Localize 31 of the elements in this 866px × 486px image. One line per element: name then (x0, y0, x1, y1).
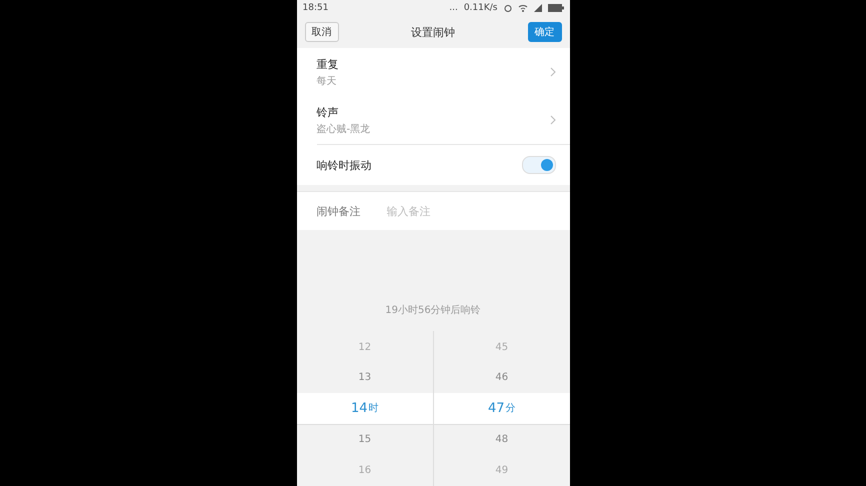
chevron-right-icon (550, 115, 556, 125)
confirm-button[interactable]: 确定 (528, 22, 562, 42)
setting-row[interactable]: 铃声 盗心贼-黑龙 (316, 96, 570, 144)
setting-row[interactable]: 重复 每天 (316, 48, 570, 96)
battery-icon (548, 4, 564, 12)
picker-item[interactable]: 13 (296, 362, 433, 393)
page-title: 设置闹钟 (411, 24, 455, 40)
picker-item[interactable]: 49 (434, 455, 570, 486)
setting-label: 响铃时振动 (316, 158, 372, 172)
picker-item[interactable]: 46 (434, 362, 570, 393)
note-label: 闹钟备注 (316, 204, 360, 218)
countdown-text: 19小时56分钟后响铃 (385, 304, 481, 317)
picker-item[interactable]: 48 (434, 424, 570, 455)
status-dots: ... (449, 3, 458, 13)
setting-value: 每天 (316, 74, 338, 88)
picker-item[interactable]: 45 (434, 332, 570, 362)
chevron-right-icon (550, 67, 556, 77)
signal-icon (534, 4, 542, 12)
picker-item[interactable]: 12 (296, 332, 433, 362)
picker-item[interactable]: 15 (296, 424, 433, 455)
note-input[interactable]: 输入备注 (384, 204, 508, 218)
setting-label: 铃声 (316, 104, 340, 120)
cancel-button[interactable]: 取消 (304, 22, 338, 42)
alarm-icon (504, 4, 512, 12)
setting-label: 重复 (316, 56, 340, 72)
wifi-icon (518, 4, 528, 12)
setting-value: 盗心贼-黑龙 (316, 122, 372, 136)
picker-item[interactable]: 16 (296, 455, 433, 486)
status-time: 18:51 (302, 3, 328, 13)
network-speed: 0.11K/s (464, 3, 498, 13)
vibrate-toggle[interactable] (522, 156, 556, 174)
